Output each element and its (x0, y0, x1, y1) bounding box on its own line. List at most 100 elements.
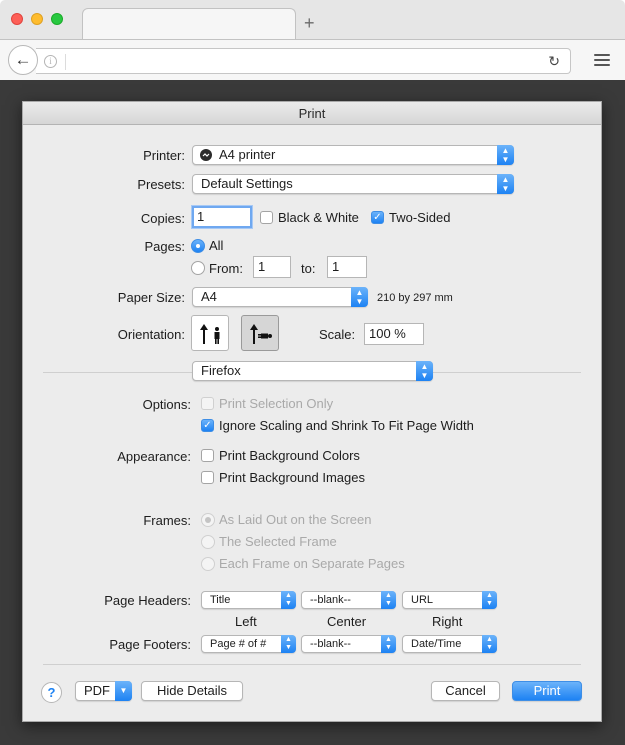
browser-tab[interactable] (82, 8, 296, 40)
as-laid-out-radio[interactable] (201, 513, 215, 527)
footer-right-value: Date/Time (411, 638, 462, 650)
left-column-label: Left (235, 614, 257, 629)
chevron-updown-icon: ▲ ▼ (381, 635, 396, 653)
back-button[interactable]: ← (8, 45, 38, 75)
header-center-select[interactable]: --blank-- ▲ ▼ (301, 591, 396, 609)
footer-divider (43, 664, 581, 665)
each-frame-radio[interactable] (201, 557, 215, 571)
pdf-menu-button[interactable]: PDF ▼ (75, 681, 132, 701)
pages-from-field[interactable]: 1 (253, 256, 291, 278)
info-icon[interactable]: i (44, 55, 57, 68)
portrait-orientation-button[interactable] (191, 315, 229, 351)
two-sided-checkbox[interactable]: ✓ (371, 211, 384, 224)
ignore-scaling-label[interactable]: Ignore Scaling and Shrink To Fit Page Wi… (219, 418, 474, 433)
appearance-label: Appearance: (117, 449, 191, 464)
reload-icon[interactable]: ↻ (548, 53, 560, 70)
chevron-updown-icon: ▲ ▼ (497, 145, 514, 165)
dialog-title: Print (23, 102, 601, 125)
ignore-scaling-checkbox[interactable]: ✓ (201, 419, 214, 432)
page-footers-label: Page Footers: (109, 637, 191, 652)
landscape-icon (250, 324, 272, 344)
each-frame-label: Each Frame on Separate Pages (219, 556, 405, 571)
header-right-value: URL (411, 594, 434, 606)
scale-field[interactable]: 100 % (364, 323, 424, 345)
chevron-updown-icon: ▲ ▼ (351, 287, 368, 307)
paper-dimensions: 210 by 297 mm (377, 292, 453, 304)
pages-to-label: to: (301, 261, 316, 276)
footer-left-value: Page # of # (210, 638, 267, 650)
hide-details-button[interactable]: Hide Details (141, 681, 243, 701)
print-selection-label: Print Selection Only (219, 396, 334, 411)
minimize-window-button[interactable] (31, 13, 43, 25)
print-selection-checkbox[interactable] (201, 397, 214, 410)
printer-status-icon (200, 149, 212, 161)
black-white-label[interactable]: Black & White (278, 210, 359, 225)
bg-colors-checkbox[interactable] (201, 449, 214, 462)
paper-size-value: A4 (201, 289, 217, 304)
url-separator (65, 54, 66, 70)
back-arrow-icon: ← (14, 50, 32, 69)
printer-select[interactable]: A4 printer ▲ ▼ (192, 145, 514, 165)
chevron-updown-icon: ▲ ▼ (416, 361, 433, 381)
chevron-down-icon: ▼ (115, 681, 132, 701)
printer-value: A4 printer (219, 147, 276, 162)
orientation-label: Orientation: (117, 327, 185, 342)
center-column-label: Center (327, 614, 367, 629)
selected-frame-radio[interactable] (201, 535, 215, 549)
print-dialog: Print Printer: A4 printer ▲ ▼ Presets: De… (22, 101, 602, 722)
section-select[interactable]: Firefox ▲ ▼ (192, 361, 433, 381)
url-bar[interactable]: i ↻ (36, 48, 571, 74)
portrait-icon (200, 324, 220, 344)
header-right-select[interactable]: URL ▲ ▼ (402, 591, 497, 609)
pdf-label: PDF (84, 683, 110, 698)
chevron-updown-icon: ▲ ▼ (281, 635, 296, 653)
pages-from-radio[interactable] (191, 261, 205, 275)
presets-select[interactable]: Default Settings ▲ ▼ (192, 174, 514, 194)
bg-images-checkbox[interactable] (201, 471, 214, 484)
chevron-updown-icon: ▲ ▼ (281, 591, 296, 609)
copies-field[interactable]: 1 (192, 206, 252, 228)
chevron-updown-icon: ▲ ▼ (381, 591, 396, 609)
section-select-value: Firefox (201, 363, 241, 378)
as-laid-out-label: As Laid Out on the Screen (219, 512, 372, 527)
black-white-checkbox[interactable] (260, 211, 273, 224)
printer-label: Printer: (143, 148, 185, 163)
chevron-updown-icon: ▲ ▼ (482, 635, 497, 653)
options-label: Options: (142, 397, 191, 412)
paper-size-select[interactable]: A4 ▲ ▼ (192, 287, 368, 307)
selected-frame-label: The Selected Frame (219, 534, 337, 549)
frames-label: Frames: (143, 513, 191, 528)
paper-size-label: Paper Size: (117, 290, 185, 305)
scale-label: Scale: (319, 327, 356, 342)
close-window-button[interactable] (11, 13, 23, 25)
header-left-select[interactable]: Title ▲ ▼ (201, 591, 296, 609)
browser-window-chrome: + i ↻ ← (0, 0, 625, 80)
zoom-window-button[interactable] (51, 13, 63, 25)
header-left-value: Title (210, 594, 231, 606)
new-tab-icon[interactable]: + (304, 14, 315, 32)
menu-icon[interactable] (594, 54, 610, 66)
pages-all-label[interactable]: All (209, 238, 223, 253)
bg-images-label[interactable]: Print Background Images (219, 470, 365, 485)
chevron-updown-icon: ▲ ▼ (482, 591, 497, 609)
presets-value: Default Settings (201, 176, 293, 191)
bg-colors-label[interactable]: Print Background Colors (219, 448, 360, 463)
navigation-bar: i ↻ ← (0, 39, 625, 80)
pages-all-radio[interactable] (191, 239, 205, 253)
chevron-updown-icon: ▲ ▼ (497, 174, 514, 194)
two-sided-label[interactable]: Two-Sided (389, 210, 450, 225)
cancel-button[interactable]: Cancel (431, 681, 500, 701)
footer-right-select[interactable]: Date/Time ▲ ▼ (402, 635, 497, 653)
presets-label: Presets: (137, 177, 185, 192)
right-column-label: Right (432, 614, 463, 629)
landscape-orientation-button[interactable] (241, 315, 279, 351)
print-button[interactable]: Print (512, 681, 582, 701)
help-icon[interactable]: ? (41, 682, 62, 703)
pages-to-field[interactable]: 1 (327, 256, 367, 278)
footer-center-select[interactable]: --blank-- ▲ ▼ (301, 635, 396, 653)
page-headers-label: Page Headers: (104, 593, 191, 608)
footer-left-select[interactable]: Page # of # ▲ ▼ (201, 635, 296, 653)
header-center-value: --blank-- (310, 594, 351, 606)
footer-center-value: --blank-- (310, 638, 351, 650)
pages-from-label[interactable]: From: (209, 261, 243, 276)
